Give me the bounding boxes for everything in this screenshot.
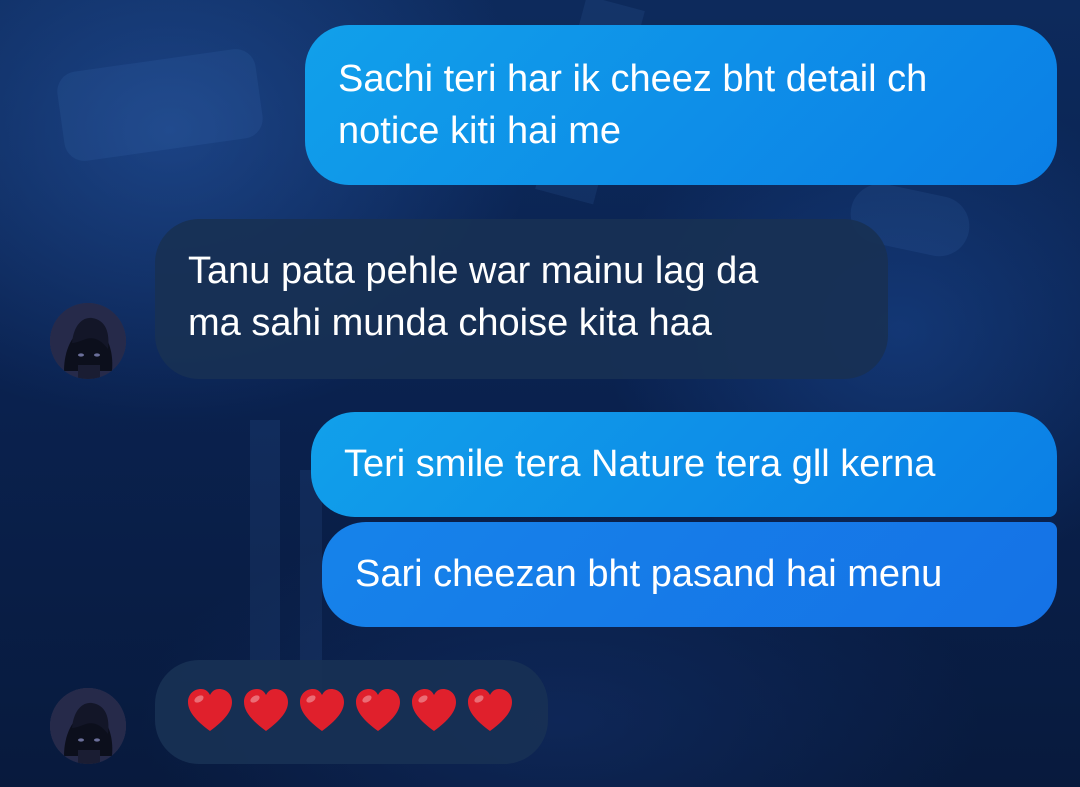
contact-avatar[interactable] (50, 303, 126, 379)
contact-avatar[interactable] (50, 688, 126, 764)
red-heart-icon (468, 689, 512, 731)
sent-message-bubble[interactable]: Teri smile tera Nature tera gll kerna (311, 412, 1057, 517)
red-heart-icon (356, 689, 400, 731)
red-heart-icon (300, 689, 344, 731)
message-text: ma sahi munda choise kita haa (188, 302, 712, 344)
message-text: Tanu pata pehle war mainu lag da (188, 250, 759, 292)
received-message-bubble[interactable]: Tanu pata pehle war mainu lag da ma sahi… (155, 219, 888, 379)
background-art (54, 46, 266, 164)
sent-message-bubble[interactable]: Sachi teri har ik cheez bht detail ch no… (305, 25, 1057, 185)
message-text: notice kiti hai me (338, 110, 622, 152)
received-emoji-message-bubble[interactable] (155, 660, 548, 764)
message-text: Sachi teri har ik cheez bht detail ch (338, 58, 928, 100)
heart-emoji-row (185, 682, 518, 740)
background-art (250, 420, 280, 700)
message-text: Sari cheezan bht pasand hai menu (355, 553, 943, 595)
red-heart-icon (244, 689, 288, 731)
red-heart-icon (412, 689, 456, 731)
avatar-portrait-icon (50, 303, 126, 379)
avatar-portrait-icon (50, 688, 126, 764)
sent-message-bubble[interactable]: Sari cheezan bht pasand hai menu (322, 522, 1057, 627)
red-heart-icon (188, 689, 232, 731)
message-text: Teri smile tera Nature tera gll kerna (344, 443, 936, 485)
